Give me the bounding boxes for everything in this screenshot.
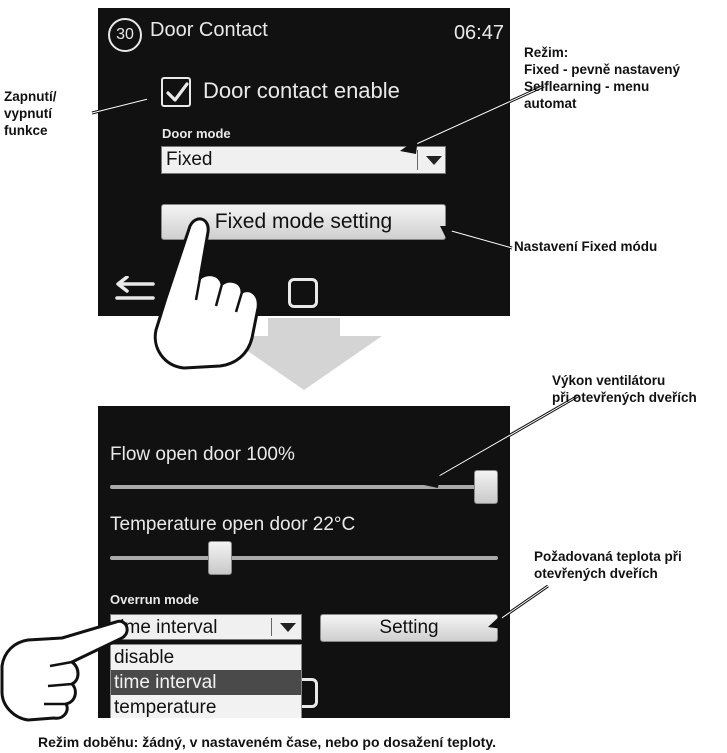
door-contact-enable-label: Door contact enable	[203, 78, 400, 103]
overrun-mode-label: Overrun mode	[110, 592, 199, 607]
screen-number-badge: 30	[108, 18, 142, 52]
temperature-open-door-label: Temperature open door 22°C	[110, 514, 356, 535]
dropdown-arrow-icon	[426, 156, 442, 165]
door-mode-select[interactable]: Fixed	[161, 146, 446, 174]
door-contact-enable-checkbox[interactable]	[161, 77, 191, 107]
dropdown-option[interactable]: disable	[111, 645, 301, 670]
pointing-hand-icon	[0, 619, 129, 722]
dropdown-arrow-icon	[280, 623, 296, 632]
callout-temperature: Požadovaná teplota při otevřených dveříc…	[534, 548, 682, 582]
callout-line: Selflearning - menu	[524, 79, 650, 94]
callout-line: Režim:	[524, 45, 569, 60]
setting-button[interactable]: Setting	[320, 614, 498, 642]
door-mode-value: Fixed	[166, 149, 213, 170]
callout-line: Fixed - pevně nastavený	[524, 62, 681, 77]
callout-line: otevřených dveřích	[534, 566, 658, 581]
callout-line: automat	[524, 96, 577, 111]
callout-flow: Výkon ventilátoru při otevřených dveřích	[552, 372, 697, 406]
temperature-slider-thumb[interactable]	[208, 541, 233, 575]
overrun-mode-value: time interval	[115, 617, 218, 638]
pointing-hand-icon	[153, 217, 260, 370]
callout-toggle: Zapnutí/ vypnutí funkce	[4, 88, 84, 139]
fixed-mode-setting-screen: Flow open door 100% Temperature open doo…	[98, 406, 510, 718]
flow-open-door-label: Flow open door 100%	[110, 444, 295, 465]
overrun-mode-select[interactable]: time interval	[110, 614, 302, 640]
callout-line: Zapnutí/	[4, 89, 57, 104]
select-divider	[417, 150, 418, 170]
checkmark-icon	[166, 82, 189, 102]
door-mode-label: Door mode	[162, 126, 231, 141]
dropdown-option[interactable]: temperature	[111, 695, 301, 718]
dropdown-option[interactable]: time interval	[111, 670, 301, 695]
callout-fixed-mode: Nastavení Fixed módu	[514, 239, 658, 254]
callout-line: Výkon ventilátoru	[552, 373, 666, 388]
overrun-mode-dropdown: disable time interval temperature	[110, 644, 302, 718]
home-square-icon[interactable]	[288, 278, 318, 308]
callout-line: Požadovaná teplota při	[534, 549, 682, 564]
screen-title: Door Contact	[150, 19, 268, 41]
flow-slider-thumb[interactable]	[474, 470, 498, 504]
temperature-slider-track[interactable]	[110, 556, 498, 560]
callout-line: vypnutí	[4, 106, 53, 121]
callout-line: funkce	[4, 123, 48, 138]
flow-slider-track[interactable]	[110, 485, 498, 489]
callout-line: při otevřených dveřích	[552, 390, 697, 405]
callout-overrun: Režim doběhu: žádný, v nastaveném čase, …	[38, 734, 496, 750]
screen-number: 30	[116, 26, 134, 43]
select-divider	[271, 618, 272, 636]
clock-time: 06:47	[453, 22, 504, 44]
callout-mode: Režim: Fixed - pevně nastavený Selflearn…	[524, 44, 724, 112]
